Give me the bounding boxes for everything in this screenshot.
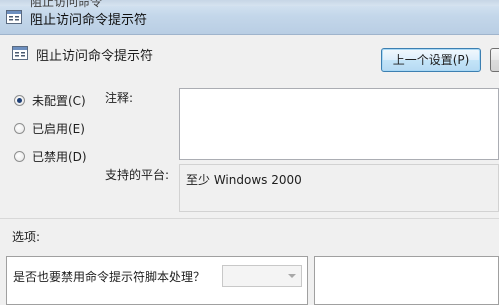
comment-label: 注释: <box>105 91 134 105</box>
radio-enabled-indicator[interactable] <box>14 123 25 134</box>
comment-textarea[interactable] <box>179 88 499 160</box>
radio-not-configured-indicator[interactable] <box>14 95 25 106</box>
window-title: 阻止访问命令提示符 <box>30 13 148 28</box>
policy-window-icon <box>6 10 22 24</box>
radio-not-configured-label[interactable]: 未配置(C) <box>32 92 86 109</box>
help-panel <box>314 256 499 305</box>
radio-disabled-indicator[interactable] <box>14 151 25 162</box>
radio-disabled-label[interactable]: 已禁用(D) <box>32 148 87 165</box>
disable-script-processing-dropdown[interactable] <box>222 265 302 287</box>
options-panel: 是否也要禁用命令提示符脚本处理？ <box>6 256 308 305</box>
title-bar[interactable]: 阻止访问命令 阻止访问命令提示符 <box>0 0 499 35</box>
disable-script-processing-question: 是否也要禁用命令提示符脚本处理？ <box>13 270 206 284</box>
previous-setting-button[interactable]: 上一个设置(P) <box>381 48 481 72</box>
next-setting-button[interactable] <box>490 48 499 72</box>
supported-on-label: 支持的平台: <box>105 168 170 182</box>
policy-setting-icon <box>12 46 28 60</box>
radio-enabled-label[interactable]: 已启用(E) <box>32 120 85 137</box>
policy-name: 阻止访问命令提示符 <box>36 49 154 64</box>
supported-on-value: 至少 Windows 2000 <box>179 164 499 212</box>
section-divider <box>0 218 499 219</box>
options-label: 选项: <box>12 230 41 244</box>
chevron-down-icon[interactable] <box>288 274 296 278</box>
